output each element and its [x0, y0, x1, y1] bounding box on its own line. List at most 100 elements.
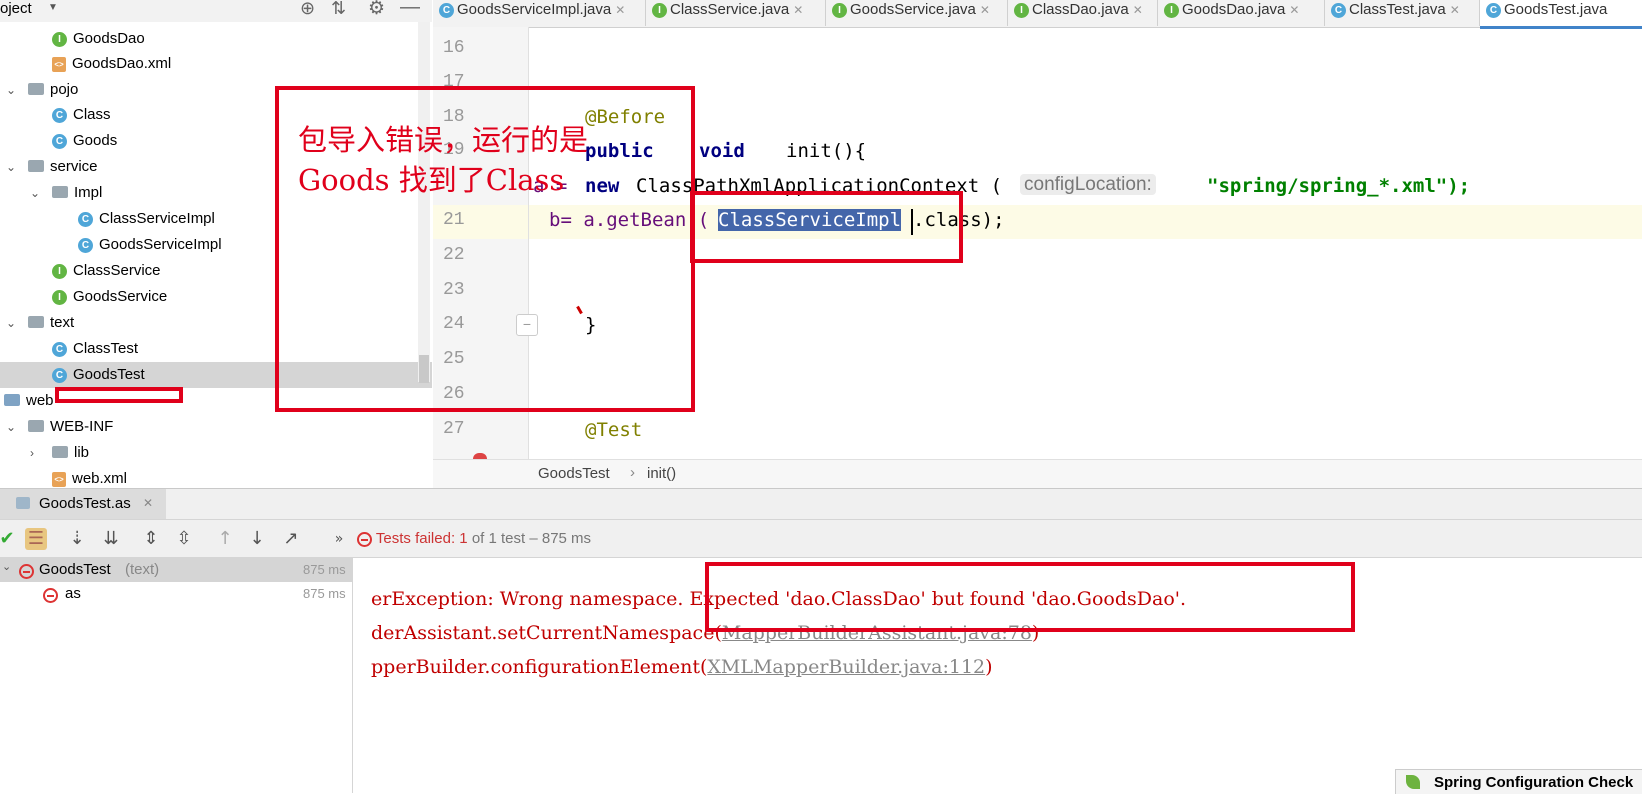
run-config-icon [16, 497, 30, 509]
run-tab[interactable]: GoodsTest.as ✕ [0, 489, 166, 519]
previous-failed-icon[interactable]: ↑ [214, 528, 236, 550]
close-icon[interactable]: ✕ [793, 3, 803, 17]
breadcrumb-separator: › [630, 464, 635, 481]
interface-icon: I [52, 289, 67, 305]
class-icon: C [52, 341, 67, 357]
test-tree-row[interactable]: as 875 ms [0, 582, 352, 606]
annotation-note: 包导入错误，运行的是 Goods 找到了Class [298, 120, 588, 200]
editor-tab-bar: C GoodsServiceImpl.java ✕ I ClassService.ja… [433, 0, 1642, 29]
test-class-icon: C [52, 367, 67, 383]
close-icon[interactable]: ✕ [143, 496, 153, 510]
notification-popup[interactable]: Spring Configuration Check [1395, 769, 1642, 794]
folder-icon [28, 420, 44, 433]
tab-goodsserviceimpl[interactable]: C GoodsServiceImpl.java ✕ [433, 0, 646, 26]
annotation-box-goodstest [55, 387, 183, 403]
xml-file-icon: <> [52, 56, 66, 72]
test-failed-icon [357, 531, 372, 547]
expand-all-icon[interactable]: ⇕ [140, 528, 162, 550]
interface-icon: I [52, 263, 67, 279]
chevron-down-icon[interactable]: ⌄ [30, 180, 40, 206]
package-folder-icon [28, 316, 44, 329]
code-method-init[interactable]: init(){ [786, 140, 866, 162]
tree-item-lib[interactable]: › lib [0, 440, 432, 466]
test-tree: ⌄ GoodsTest (text) 875 ms as 875 ms [0, 558, 353, 793]
notification-title: Spring Configuration Check [1434, 774, 1634, 791]
class-icon: C [439, 2, 454, 18]
code-keyword-void[interactable]: void [699, 140, 745, 162]
close-icon[interactable]: ✕ [980, 3, 990, 17]
chevron-right-icon[interactable]: › [30, 440, 34, 466]
annotation-note-line2: Goods 找到了Class [298, 163, 565, 197]
parameter-hint: configLocation: [1020, 174, 1156, 195]
line-number: 27 [443, 419, 465, 439]
interface-icon: I [1164, 2, 1179, 18]
code-annotation-test[interactable]: @Test [585, 419, 642, 441]
package-folder-icon [52, 186, 68, 199]
test-status: Tests failed: 1 of 1 test – 875 ms [357, 530, 591, 547]
chevron-down-icon[interactable]: ⌄ [6, 414, 16, 440]
tab-goodstest[interactable]: C GoodsTest.java [1480, 0, 1642, 29]
line-number: 16 [443, 38, 465, 58]
project-panel-title[interactable]: oject [0, 0, 32, 17]
collapse-all-icon[interactable]: ⇳ [173, 528, 195, 550]
console-line: pperBuilder.configurationElement(XMLMapp… [371, 656, 993, 678]
chevron-down-icon[interactable]: ⌄ [2, 560, 11, 573]
code-string-arg[interactable]: "spring/spring_*.xml"); [1207, 175, 1470, 197]
class-icon: C [52, 107, 67, 123]
tree-item-web-xml[interactable]: <> web.xml [0, 466, 432, 488]
chevron-down-icon[interactable]: ⌄ [6, 310, 16, 336]
gear-icon[interactable]: ⚙ [368, 0, 385, 20]
sort-alpha-icon[interactable]: ⇣ [66, 528, 88, 550]
dropdown-icon[interactable]: ▼ [48, 2, 58, 13]
close-icon[interactable]: ✕ [1133, 3, 1143, 17]
xml-file-icon: <> [52, 471, 66, 487]
show-ignored-icon[interactable]: ☰ [25, 528, 47, 550]
tree-item-goodsdao[interactable]: I GoodsDao [0, 26, 432, 52]
package-folder-icon [28, 83, 44, 96]
minimize-icon[interactable]: — [400, 0, 420, 19]
tab-goodsdao[interactable]: I GoodsDao.java ✕ [1158, 0, 1325, 26]
stacktrace-link[interactable]: XMLMapperBuilder.java:112 [707, 656, 985, 678]
test-tree-row[interactable]: ⌄ GoodsTest (text) 875 ms [0, 558, 352, 582]
close-icon[interactable]: ✕ [1289, 3, 1299, 17]
annotation-note-line1: 包导入错误，运行的是 [298, 123, 589, 157]
export-icon[interactable]: ↗ [280, 528, 302, 550]
test-failed-icon [43, 587, 58, 603]
close-icon[interactable]: ✕ [1450, 3, 1460, 17]
close-icon[interactable]: ✕ [615, 3, 625, 17]
tab-classdao[interactable]: I ClassDao.java ✕ [1008, 0, 1158, 26]
breadcrumb-class[interactable]: GoodsTest [538, 465, 610, 482]
tab-classservice[interactable]: I ClassService.java ✕ [646, 0, 826, 26]
more-icon[interactable]: » [328, 528, 350, 550]
tree-item-web-inf[interactable]: ⌄ WEB-INF [0, 414, 432, 440]
interface-icon: I [1014, 2, 1029, 18]
breadcrumb-method[interactable]: init() [647, 465, 676, 482]
show-passed-icon[interactable]: ✔ [0, 528, 18, 550]
locate-icon[interactable]: ⊕ [300, 0, 315, 19]
project-panel-header: oject ▼ ⊕ ⇅ ⚙ — [0, 0, 432, 22]
class-icon: C [78, 211, 93, 227]
folder-icon [52, 446, 68, 459]
package-folder-icon [28, 160, 44, 173]
annotation-box-exception [705, 562, 1355, 632]
test-failed-icon [19, 563, 34, 579]
sort-duration-icon[interactable]: ⇊ [100, 528, 122, 550]
breadcrumb: GoodsTest › init() [433, 459, 1642, 489]
next-failed-icon[interactable]: ↓ [246, 528, 268, 550]
tab-goodsservice[interactable]: I GoodsService.java ✕ [826, 0, 1008, 26]
class-icon: C [1331, 2, 1346, 18]
interface-icon: I [52, 31, 67, 47]
tree-item-goodsdao-xml[interactable]: <> GoodsDao.xml [0, 51, 432, 77]
interface-icon: I [652, 2, 667, 18]
interface-icon: I [832, 2, 847, 18]
class-icon: C [78, 237, 93, 253]
class-icon: C [52, 133, 67, 149]
chevron-down-icon[interactable]: ⌄ [6, 154, 16, 180]
run-tab-bar: GoodsTest.as ✕ [0, 488, 1642, 520]
annotation-box-class [690, 191, 963, 263]
web-folder-icon [4, 394, 20, 407]
collapse-all-icon[interactable]: ⇅ [331, 0, 346, 19]
chevron-down-icon[interactable]: ⌄ [6, 77, 16, 103]
spring-leaf-icon [1406, 775, 1420, 789]
tab-classtest[interactable]: C ClassTest.java ✕ [1325, 0, 1480, 26]
